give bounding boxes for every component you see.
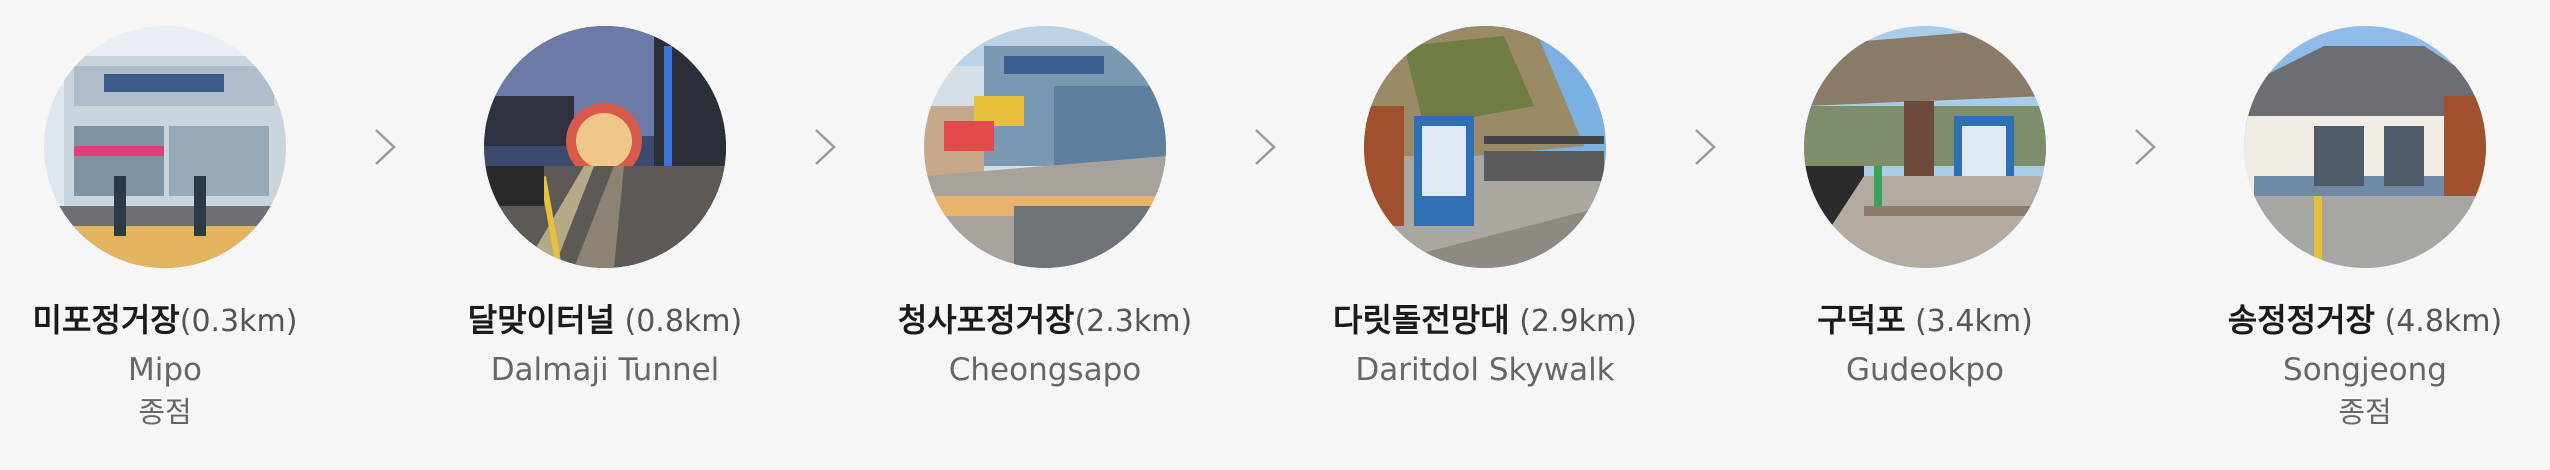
station-photo-songjeong	[2244, 26, 2486, 268]
station-title: 미포정거장(0.3km)	[0, 296, 380, 344]
route-stations: 미포정거장(0.3km) Mipo 종점 달맞이터널 (0.8km) Dalma…	[0, 0, 2550, 470]
terminus-label: 종점	[2338, 395, 2392, 429]
station-name: 청사포정거장	[897, 301, 1075, 339]
station-photo-daritdol-skywalk	[1364, 26, 1606, 268]
station-distance: (4.8km)	[2374, 304, 2503, 339]
station-dalmaji-tunnel[interactable]: 달맞이터널 (0.8km) Dalmaji Tunnel	[390, 26, 820, 392]
station-distance: (0.8km)	[614, 304, 743, 339]
station-photo-mipo	[44, 26, 286, 268]
station-distance: (3.4km)	[1905, 304, 2033, 339]
station-photo-gudeokpo	[1804, 26, 2046, 268]
station-english-name: Cheongsapo	[948, 352, 1142, 388]
station-mipo[interactable]: 미포정거장(0.3km) Mipo 종점	[0, 26, 380, 432]
station-name: 다릿돌전망대	[1333, 301, 1510, 339]
station-name: 구덕포	[1817, 301, 1906, 339]
station-title: 송정정거장 (4.8km)	[2150, 296, 2550, 344]
station-distance: (0.3km)	[179, 304, 298, 339]
station-english-name: Songjeong	[2283, 352, 2447, 388]
station-photo-cheongsapo	[924, 26, 1166, 268]
station-name: 송정정거장	[2227, 301, 2375, 339]
station-title: 청사포정거장(2.3km)	[830, 296, 1260, 344]
terminus-label: 종점	[138, 395, 192, 429]
station-gudeokpo[interactable]: 구덕포 (3.4km) Gudeokpo	[1710, 26, 2140, 392]
station-english-name: Dalmaji Tunnel	[490, 352, 720, 388]
station-english-name: Mipo	[127, 352, 202, 388]
station-photo-dalmaji-tunnel	[484, 26, 726, 268]
station-name: 달맞이터널	[467, 301, 615, 339]
station-daritdol-skywalk[interactable]: 다릿돌전망대 (2.9km) Daritdol Skywalk	[1270, 26, 1700, 392]
station-distance: (2.3km)	[1074, 304, 1193, 339]
station-songjeong[interactable]: 송정정거장 (4.8km) Songjeong 종점	[2150, 26, 2550, 432]
station-title: 달맞이터널 (0.8km)	[390, 296, 820, 344]
station-title: 구덕포 (3.4km)	[1710, 296, 2140, 344]
station-distance: (2.9km)	[1509, 304, 1637, 339]
station-name: 미포정거장	[32, 301, 180, 339]
station-cheongsapo[interactable]: 청사포정거장(2.3km) Cheongsapo	[830, 26, 1260, 392]
station-english-name: Daritdol Skywalk	[1355, 352, 1615, 388]
station-english-name: Gudeokpo	[1846, 352, 2004, 388]
station-title: 다릿돌전망대 (2.9km)	[1270, 296, 1700, 344]
